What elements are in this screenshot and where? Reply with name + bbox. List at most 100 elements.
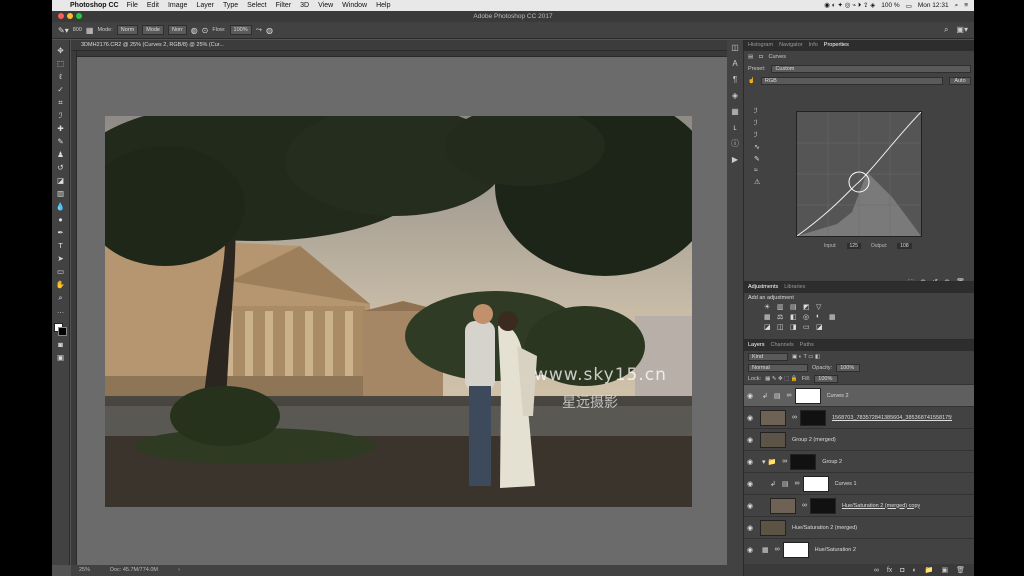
document-image[interactable] — [105, 116, 692, 507]
close-window-button[interactable] — [58, 13, 64, 19]
visibility-eye-icon[interactable]: ◉ — [744, 458, 756, 466]
hue-saturation-icon[interactable]: ▦ — [764, 313, 774, 321]
layer-name[interactable]: Group 2 — [822, 459, 842, 465]
tab-info[interactable]: Info — [809, 40, 818, 51]
vibrance-icon[interactable]: ▽ — [816, 303, 826, 311]
menu-select[interactable]: Select — [247, 2, 266, 9]
more-tools-icon[interactable]: … — [55, 306, 67, 316]
visibility-eye-icon[interactable]: ◉ — [744, 546, 756, 554]
smoothing-icon[interactable]: ⤳ — [256, 25, 262, 35]
mask-icon[interactable]: ◘ — [759, 54, 762, 60]
mode-select-3[interactable]: Norr — [167, 25, 187, 35]
search-icon[interactable]: ⌕ — [944, 25, 948, 35]
layer-mask-thumb[interactable] — [794, 387, 821, 404]
tab-layers[interactable]: Layers — [748, 340, 765, 351]
document-tab-title[interactable]: 3DMH2176.CR2 @ 25% (Curves 2, RGB/8) @ 2… — [81, 42, 224, 48]
smooth-icon[interactable]: ≈ — [754, 167, 760, 174]
layer-name[interactable]: Curves 1 — [835, 481, 857, 487]
eyedropper-tool-icon[interactable]: ℐ — [55, 111, 67, 121]
mode-select-2[interactable]: Mode — [142, 25, 164, 35]
pencil-curve-icon[interactable]: ✎ — [754, 155, 760, 163]
brush-settings-icon[interactable]: ▦ — [86, 26, 94, 35]
layer-name[interactable]: Group 2 (merged) — [792, 437, 836, 443]
tab-histogram[interactable]: Histogram — [748, 40, 773, 51]
curves-graph[interactable] — [796, 111, 922, 237]
output-value[interactable]: 108 — [897, 243, 912, 249]
tab-paths[interactable]: Paths — [800, 340, 814, 351]
black-white-icon[interactable]: ◧ — [790, 313, 800, 321]
threshold-icon[interactable]: ◨ — [790, 323, 800, 331]
visibility-eye-icon[interactable]: ◉ — [744, 436, 756, 444]
delete-layer-icon[interactable]: 🗑 — [956, 566, 965, 574]
add-mask-icon[interactable]: ◘ — [900, 567, 904, 574]
info-icon[interactable]: ⓘ — [727, 136, 743, 152]
menu-app-name[interactable]: Photoshop CC — [70, 2, 119, 9]
menu-image[interactable]: Image — [168, 2, 187, 9]
chain-icon[interactable]: ∞ — [792, 414, 797, 421]
flow-input[interactable]: 100% — [229, 25, 252, 35]
workspace-icon[interactable]: ▣▾ — [956, 25, 968, 35]
menu-type[interactable]: Type — [223, 2, 238, 9]
document-tab[interactable]: 3DMH2176.CR2 @ 25% (Curves 2, RGB/8) @ 2… — [71, 40, 743, 51]
posterize-icon[interactable]: ◫ — [777, 323, 787, 331]
auto-button[interactable]: Auto — [949, 77, 971, 85]
path-select-tool-icon[interactable]: ➤ — [55, 254, 67, 264]
menu-help[interactable]: Help — [376, 2, 390, 9]
menu-list-icon[interactable]: ≡ — [964, 2, 968, 9]
history-brush-tool-icon[interactable]: ↺ — [55, 163, 67, 173]
search-icon[interactable]: ⌕ — [955, 2, 959, 10]
healing-tool-icon[interactable]: ✚ — [55, 124, 67, 134]
eyedropper-black-icon[interactable]: ℐ — [754, 107, 760, 115]
zoom-level[interactable]: 25% — [79, 565, 90, 576]
lock-icons[interactable]: ▦ ✎ ✥ ⬚ 🔒 — [765, 376, 798, 382]
new-adjustment-icon[interactable]: ◐ — [913, 567, 917, 574]
hand-tool-icon[interactable]: ✋ — [55, 280, 67, 290]
layer-row[interactable]: ◉ ▾ 📁 ∞ Group 2 — [744, 450, 974, 472]
pressure-opacity-icon[interactable]: ◍ — [191, 26, 198, 35]
stamp-tool-icon[interactable]: ♟ — [55, 150, 67, 160]
brush-tool-icon[interactable]: ✎ — [55, 137, 67, 147]
layer-mask-thumb[interactable] — [790, 453, 817, 470]
layer-row[interactable]: ◉ ↲ ▤ ∞ Curves 1 — [744, 472, 974, 494]
character-icon[interactable]: A — [727, 56, 743, 72]
chain-icon[interactable]: ∞ — [782, 458, 787, 465]
layer-thumb[interactable] — [760, 519, 786, 536]
pen-tool-icon[interactable]: ✒ — [55, 228, 67, 238]
link-layers-icon[interactable]: ∞ — [874, 567, 879, 574]
chain-icon[interactable]: ∞ — [775, 546, 780, 553]
tab-navigator[interactable]: Navigator — [779, 40, 803, 51]
visibility-eye-icon[interactable]: ◉ — [744, 524, 756, 532]
layer-name[interactable]: Hue/Saturation 2 (merged) — [792, 525, 857, 531]
menu-layer[interactable]: Layer — [196, 2, 214, 9]
lab-icon[interactable]: ʟ — [727, 120, 743, 136]
type-tool-icon[interactable]: T — [55, 241, 67, 251]
layer-mask-thumb[interactable] — [802, 475, 829, 492]
blend-mode-select[interactable]: Normal — [748, 363, 808, 372]
layer-row[interactable]: ◉ ▦ ∞ Hue/Saturation 2 — [744, 538, 974, 560]
dodge-tool-icon[interactable]: ● — [55, 215, 67, 225]
layer-mask-thumb[interactable] — [782, 541, 809, 558]
photo-filter-icon[interactable]: ◎ — [803, 313, 813, 321]
color-icon[interactable]: ◈ — [727, 88, 743, 104]
quick-mask-icon[interactable]: ◙ — [55, 340, 67, 350]
layer-name[interactable]: Curves 2 — [827, 393, 849, 399]
layer-row[interactable]: ◉ ∞ Hue/Saturation 2 (merged) copy — [744, 494, 974, 516]
history-icon[interactable]: ◫ — [727, 40, 743, 56]
color-swatches[interactable] — [53, 323, 68, 337]
curves-icon[interactable]: ▤ — [790, 303, 800, 311]
doc-size[interactable]: Doc: 45.7M/774.0M — [110, 565, 158, 576]
tab-properties[interactable]: Properties — [824, 40, 849, 51]
menu-3d[interactable]: 3D — [300, 2, 309, 9]
brush-size[interactable]: 800 — [73, 27, 82, 33]
opacity-input[interactable]: 100% — [836, 363, 861, 372]
folder-expand-icon[interactable]: ▾ 📁 — [762, 458, 776, 466]
tab-channels[interactable]: Channels — [771, 340, 794, 351]
lasso-tool-icon[interactable]: ℓ — [55, 72, 67, 82]
battery-text[interactable]: 100 % — [881, 2, 899, 9]
screen-mode-icon[interactable]: ▣ — [55, 353, 67, 363]
color-lookup-icon[interactable]: ▦ — [829, 313, 839, 321]
layer-thumb[interactable] — [760, 409, 786, 426]
layer-mask-thumb[interactable] — [800, 409, 826, 426]
visibility-eye-icon[interactable]: ◉ — [744, 392, 756, 400]
menu-view[interactable]: View — [318, 2, 333, 9]
